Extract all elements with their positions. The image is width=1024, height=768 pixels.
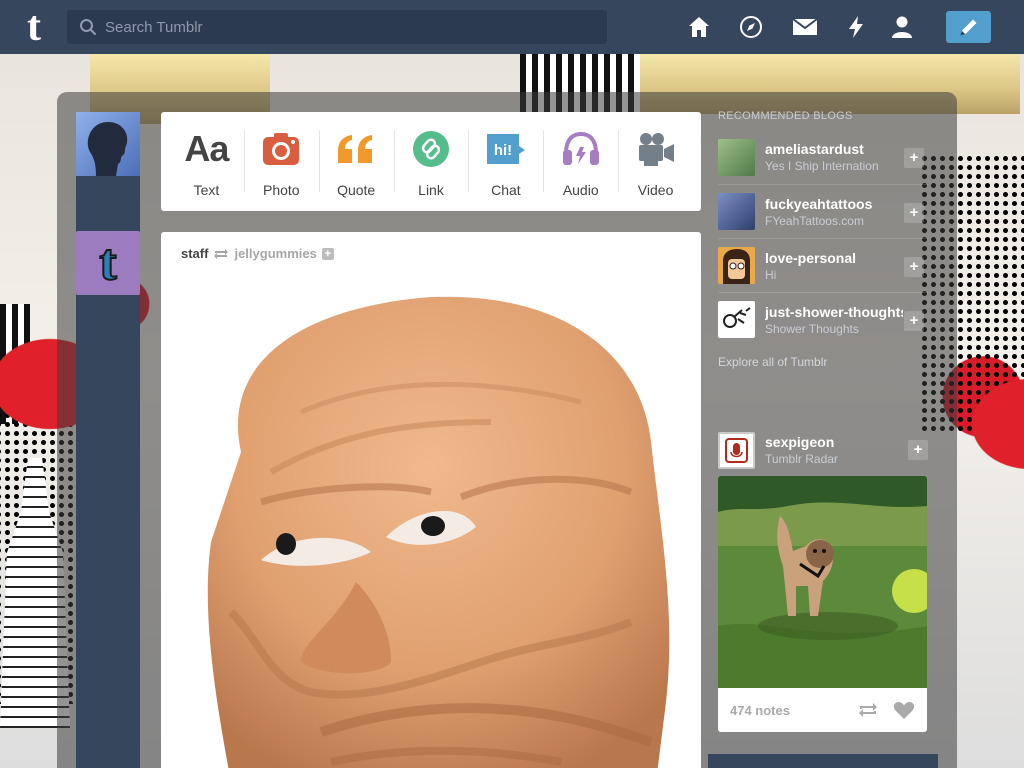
blog-subtitle: Hi: [765, 267, 777, 282]
blog-avatar[interactable]: [718, 193, 755, 230]
blog-name[interactable]: love-personal: [765, 250, 903, 266]
radar-post: 474 notes: [718, 476, 927, 732]
post-type-label: Photo: [262, 182, 300, 198]
reblog-icon: [214, 248, 229, 259]
recommended-blogs-list: ameliastardust Yes I Ship Internation + …: [718, 130, 928, 346]
blog-avatar[interactable]: [718, 247, 755, 284]
explore-icon[interactable]: [738, 14, 764, 40]
dashboard-post: staff jellygummies +: [161, 232, 701, 768]
pencil-icon: [960, 19, 976, 36]
radar-header: sexpigeon Tumblr Radar +: [718, 430, 928, 470]
headphones-icon: [561, 130, 601, 168]
explore-link[interactable]: Explore all of Tumblr: [718, 355, 827, 369]
home-icon[interactable]: [686, 14, 712, 40]
follow-plus-icon[interactable]: +: [321, 247, 334, 260]
follow-button[interactable]: +: [904, 311, 924, 331]
blog-avatar[interactable]: [718, 138, 755, 176]
top-navigation-bar: t: [0, 0, 1024, 54]
post-type-label: Video: [637, 182, 674, 198]
post-type-label: Quote: [337, 182, 376, 198]
follow-button[interactable]: +: [908, 440, 928, 460]
quote-icon: [336, 130, 376, 168]
radar-photo[interactable]: [718, 476, 927, 688]
link-icon: [412, 130, 450, 168]
recommended-blog-item[interactable]: just-shower-thoughts Shower Thoughts +: [718, 292, 928, 346]
left-avatar-column: [76, 112, 140, 768]
tumblr-logo[interactable]: t: [14, 6, 54, 48]
notes-count[interactable]: 474 notes: [730, 703, 790, 718]
activity-icon[interactable]: [843, 14, 869, 40]
next-sidebar-card: [708, 754, 938, 768]
post-type-label: Text: [193, 182, 220, 198]
blog-name[interactable]: ameliastardust: [765, 141, 903, 157]
follow-button[interactable]: +: [904, 203, 924, 223]
account-icon[interactable]: [889, 14, 915, 40]
post-type-photo[interactable]: Photo: [243, 112, 319, 211]
post-type-chat[interactable]: hi! Chat: [468, 112, 543, 211]
like-heart-icon[interactable]: [893, 700, 915, 720]
staff-avatar[interactable]: t: [76, 231, 140, 295]
recommended-blog-item[interactable]: love-personal Hi +: [718, 238, 928, 292]
search-input[interactable]: [105, 10, 595, 44]
recommended-blog-item[interactable]: ameliastardust Yes I Ship Internation +: [718, 130, 928, 184]
blog-subtitle: FYeahTattoos.com: [765, 213, 864, 228]
search-box[interactable]: [67, 10, 607, 44]
silhouette-icon: [87, 122, 128, 176]
post-author-link[interactable]: staff: [181, 246, 208, 261]
post-type-bar: Aa Text Photo Quote Link hi! Chat Audio …: [161, 112, 701, 211]
follow-button[interactable]: +: [904, 148, 924, 168]
inbox-icon[interactable]: [792, 14, 818, 40]
blog-name[interactable]: just-shower-thoughts: [765, 304, 903, 320]
text-icon: Aa: [184, 128, 229, 169]
chat-icon: hi!: [485, 130, 527, 168]
compose-button[interactable]: [946, 11, 991, 43]
post-type-label: Audio: [562, 182, 599, 198]
reblog-source-link[interactable]: jellygummies: [234, 246, 316, 261]
blog-subtitle: Yes I Ship Internation: [765, 159, 879, 173]
blog-name[interactable]: fuckyeahtattoos: [765, 196, 903, 212]
tumblr-t-icon: t: [98, 234, 117, 291]
recommended-blog-item[interactable]: fuckyeahtattoos FYeahTattoos.com +: [718, 184, 928, 238]
radar-blog-avatar[interactable]: [718, 431, 755, 469]
post-footer: 474 notes: [718, 688, 927, 732]
post-header: staff jellygummies +: [181, 246, 334, 261]
search-icon: [80, 19, 97, 36]
follow-button[interactable]: +: [904, 257, 924, 277]
post-type-link[interactable]: Link: [393, 112, 469, 211]
mic-icon: [725, 437, 748, 463]
post-type-video[interactable]: Video: [618, 112, 693, 211]
svg-text:hi!: hi!: [494, 142, 512, 159]
video-camera-icon: [636, 130, 676, 168]
radar-subtitle: Tumblr Radar: [765, 452, 838, 466]
cartoon-avatar-icon: [718, 247, 755, 284]
user-avatar[interactable]: [76, 112, 140, 176]
post-type-audio[interactable]: Audio: [543, 112, 618, 211]
shower-head-icon: [723, 307, 751, 328]
post-type-quote[interactable]: Quote: [318, 112, 394, 211]
radar-blog-name[interactable]: sexpigeon: [765, 434, 903, 450]
blog-subtitle: Shower Thoughts: [765, 321, 859, 336]
post-type-label: Link: [418, 182, 444, 198]
post-type-label: Chat: [491, 182, 521, 198]
post-type-text[interactable]: Aa Text: [169, 112, 244, 211]
post-photo[interactable]: [161, 282, 701, 768]
blog-avatar[interactable]: [718, 301, 755, 338]
recommended-blogs-title: Recommended Blogs: [718, 110, 853, 122]
reblog-icon[interactable]: [857, 701, 879, 719]
camera-icon: [262, 130, 300, 168]
